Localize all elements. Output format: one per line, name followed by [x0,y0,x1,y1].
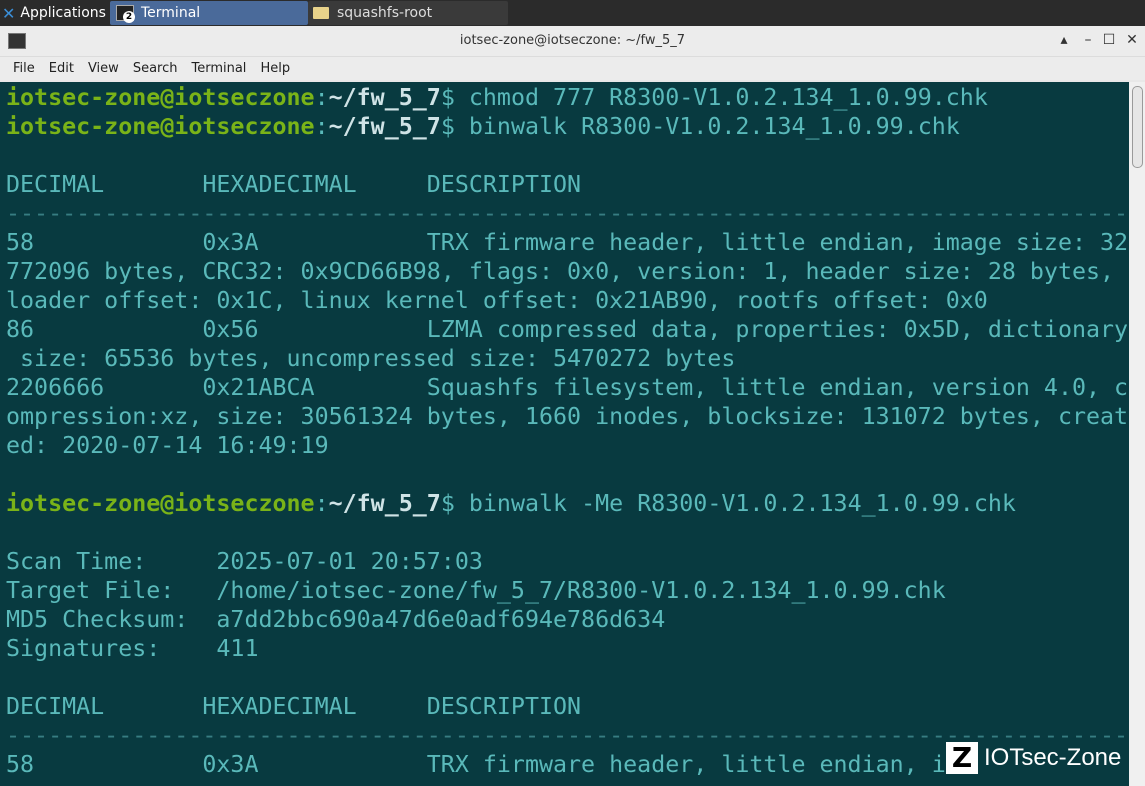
output-line: 58 0x3A TRX firmware header, little endi… [6,228,1128,257]
prompt-sign: $ [440,113,455,140]
taskbar: ✕ Applications ≡ 2 Terminal squashfs-roo… [0,0,1145,26]
output-line: ----------------------------------------… [6,199,1128,228]
maximize-button[interactable]: ☐ [1100,31,1118,49]
output-text: 58 0x3A TRX firmware header, little endi… [6,751,960,778]
output-text: DECIMAL HEXADECIMAL DESCRIPTION [6,171,582,198]
output-line: ompression:xz, size: 30561324 bytes, 166… [6,402,1128,431]
output-text: Signatures: 411 [6,635,259,662]
output-text: Scan Time: 2025-07-01 20:57:03 [6,548,483,575]
output-line: DECIMAL HEXADECIMAL DESCRIPTION [6,170,1128,199]
prompt-colon: : [314,490,329,517]
menu-file[interactable]: File [0,61,42,76]
output-text: ompression:xz, size: 30561324 bytes, 166… [6,403,1129,430]
prompt-path: ~/fw_5_7 [328,113,441,140]
output-line: Scan Time: 2025-07-01 20:57:03 [6,547,1128,576]
menu-terminal[interactable]: Terminal [184,61,253,76]
output-text: MD5 Checksum: a7dd2bbc690a47d6e0adf694e7… [6,606,666,633]
output-line: loader offset: 0x1C, linux kernel offset… [6,286,1128,315]
output-text: 58 0x3A TRX firmware header, little endi… [6,229,1129,256]
output-text: 86 0x56 LZMA compressed data, properties… [6,316,1129,343]
menu-help[interactable]: Help [253,61,297,76]
prompt-user: iotsec-zone@iotseczone [6,84,315,111]
menu-edit[interactable]: Edit [42,61,81,76]
command-text: chmod 777 R8300-V1.0.2.134_1.0.99.chk [454,84,988,111]
output-line: DECIMAL HEXADECIMAL DESCRIPTION [6,692,1128,721]
watermark: Z IOTsec-Zone [946,742,1121,774]
command-text: binwalk -Me R8300-V1.0.2.134_1.0.99.chk [454,490,1016,517]
task-terminal-label: Terminal [141,5,201,21]
output-line: size: 65536 bytes, uncompressed size: 54… [6,344,1128,373]
output-line: Signatures: 411 [6,634,1128,663]
output-line: 2206666 0x21ABCA Squashfs filesystem, li… [6,373,1128,402]
menu-search[interactable]: Search [126,61,185,76]
watermark-text: IOTsec-Zone [984,744,1122,771]
vertical-scrollbar[interactable] [1129,82,1145,786]
output-text: 2206666 0x21ABCA Squashfs filesystem, li… [6,374,1129,401]
shade-button[interactable]: ▴ [1055,31,1073,49]
terminal-lines: iotsec-zone@iotseczone:~/fw_5_7$ chmod 7… [6,83,1128,779]
close-button[interactable]: ✕ [1123,31,1141,49]
output-text: ----------------------------------------… [6,200,1129,227]
xfce-logo-icon: ✕ [2,3,16,23]
output-text: ed: 2020-07-14 16:49:19 [6,432,329,459]
menubar: File Edit View Search Terminal Help [0,57,1145,80]
output-line: MD5 Checksum: a7dd2bbc690a47d6e0adf694e7… [6,605,1128,634]
prompt-user: iotsec-zone@iotseczone [6,113,315,140]
watermark-logo: Z [946,742,978,774]
window-titlebar[interactable]: iotsec-zone@iotseczone: ~/fw_5_7 ▴ – ☐ ✕ [0,26,1145,57]
terminal-output[interactable]: iotsec-zone@iotseczone:~/fw_5_7$ chmod 7… [0,82,1129,786]
command-line: iotsec-zone@iotseczone:~/fw_5_7$ binwalk… [6,112,1128,141]
prompt-user: iotsec-zone@iotseczone [6,490,315,517]
output-line: 772096 bytes, CRC32: 0x9CD66B98, flags: … [6,257,1128,286]
prompt-sign: $ [440,84,455,111]
terminal-icon: 2 [116,5,135,23]
command-line: iotsec-zone@iotseczone:~/fw_5_7$ chmod 7… [6,83,1128,112]
minimize-button[interactable]: – [1079,31,1097,49]
output-line: ed: 2020-07-14 16:49:19 [6,431,1128,460]
output-line: Target File: /home/iotsec-zone/fw_5_7/R8… [6,576,1128,605]
window-title: iotsec-zone@iotseczone: ~/fw_5_7 [459,33,686,48]
applications-menu-label: Applications [20,5,106,21]
prompt-path: ~/fw_5_7 [328,490,441,517]
output-text: loader offset: 0x1C, linux kernel offset… [6,287,988,314]
command-text: binwalk R8300-V1.0.2.134_1.0.99.chk [454,113,960,140]
scrollbar-thumb[interactable] [1132,86,1143,168]
output-text: 772096 bytes, CRC32: 0x9CD66B98, flags: … [6,258,1115,285]
window-count-badge: 2 [123,11,135,23]
prompt-sign: $ [440,490,455,517]
command-line: iotsec-zone@iotseczone:~/fw_5_7$ binwalk… [6,489,1128,518]
task-terminal[interactable]: 2 Terminal [110,1,308,25]
prompt-colon: : [314,113,329,140]
output-text: size: 65536 bytes, uncompressed size: 54… [6,345,736,372]
prompt-colon: : [314,84,329,111]
output-text: Target File: /home/iotsec-zone/fw_5_7/R8… [6,577,946,604]
output-line: 86 0x56 LZMA compressed data, properties… [6,315,1128,344]
applications-menu[interactable]: ✕ Applications ≡ [0,0,124,26]
prompt-path: ~/fw_5_7 [328,84,441,111]
folder-icon [313,7,329,19]
task-squashfs-root-label: squashfs-root [337,5,433,21]
menu-view[interactable]: View [81,61,126,76]
task-squashfs-root[interactable]: squashfs-root [308,1,508,25]
output-text: DECIMAL HEXADECIMAL DESCRIPTION [6,693,582,720]
